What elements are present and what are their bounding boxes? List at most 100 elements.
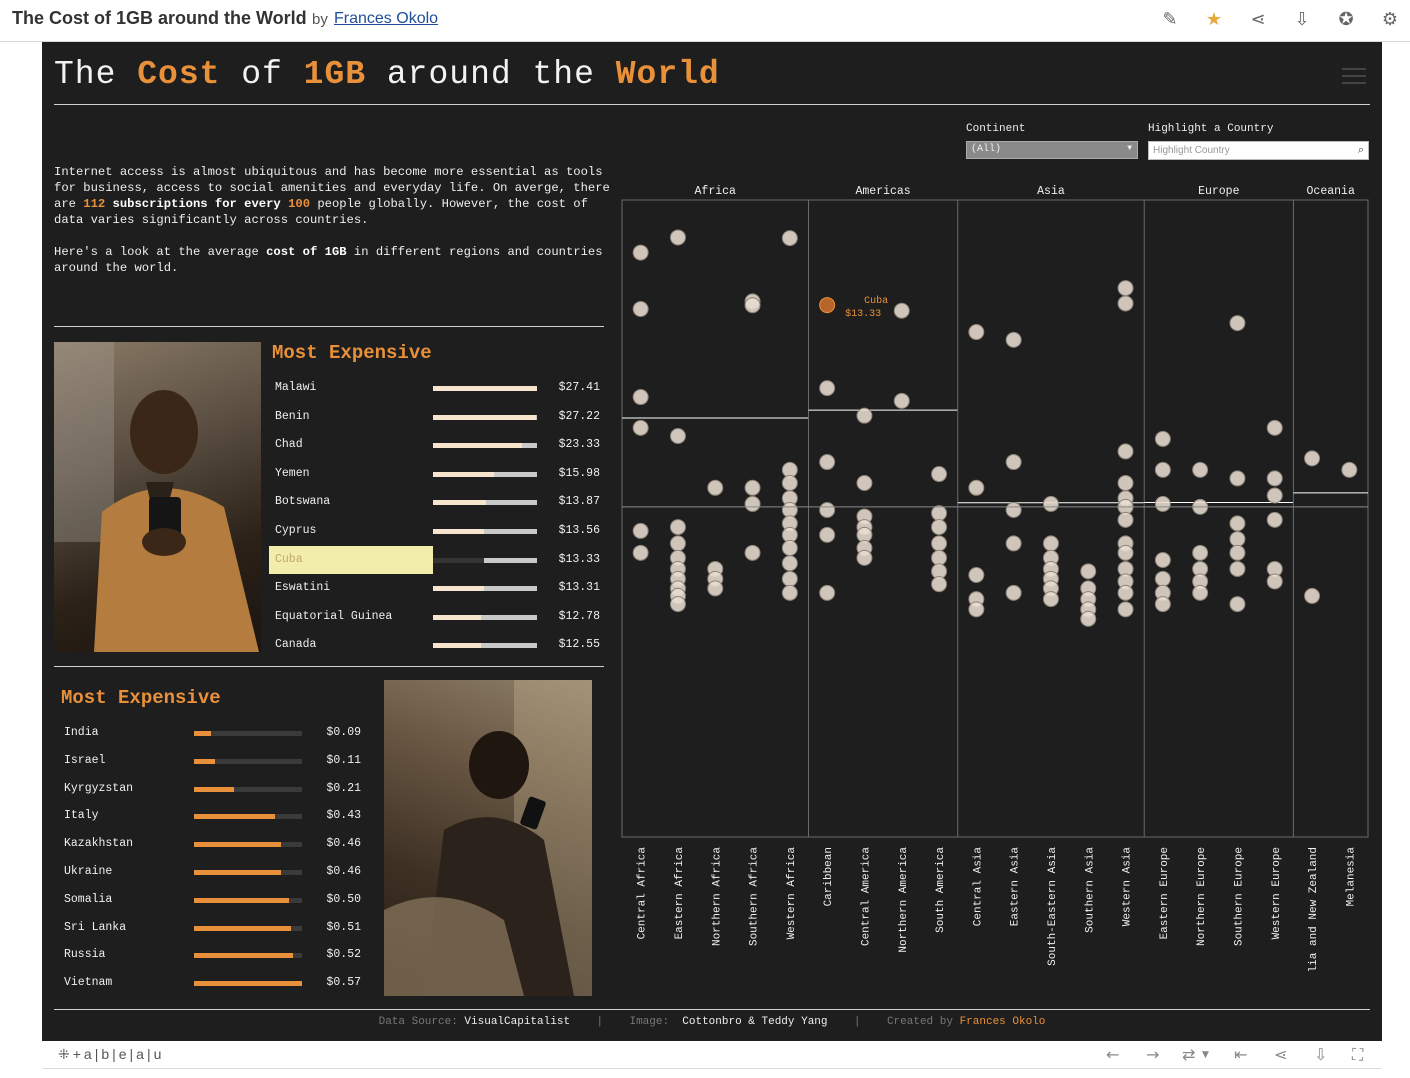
country-dot[interactable]	[1266, 470, 1283, 487]
country-dot[interactable]	[707, 580, 724, 597]
country-dot[interactable]	[856, 407, 873, 424]
bar-fill[interactable]	[194, 925, 291, 931]
country-dot[interactable]	[1117, 443, 1134, 460]
country-dot[interactable]	[1117, 511, 1134, 528]
country-dot[interactable]	[1117, 295, 1134, 312]
revert-icon[interactable]: ⇄	[1182, 1045, 1195, 1064]
country-dot[interactable]	[1005, 501, 1022, 518]
country-dot[interactable]	[669, 535, 686, 552]
country-dot[interactable]	[819, 501, 836, 518]
country-dot[interactable]	[632, 544, 649, 561]
redo-icon[interactable]: →	[1146, 1045, 1159, 1064]
revert-dropdown-icon[interactable]: ▼	[1202, 1050, 1209, 1060]
country-dot[interactable]	[669, 229, 686, 246]
country-name[interactable]: Somalia	[64, 893, 112, 906]
badge-icon[interactable]: ✪	[1334, 8, 1358, 32]
country-dot[interactable]	[1117, 474, 1134, 491]
bar-fill[interactable]	[194, 786, 234, 792]
country-dot[interactable]	[1080, 563, 1097, 580]
country-dot[interactable]	[632, 244, 649, 261]
country-dot[interactable]	[632, 301, 649, 318]
country-name[interactable]: Italy	[64, 809, 99, 822]
edit-icon[interactable]: ✎	[1158, 8, 1182, 32]
country-dot[interactable]	[781, 474, 798, 491]
share-icon-bottom[interactable]: ⋖	[1274, 1045, 1287, 1064]
country-dot[interactable]	[1117, 280, 1134, 297]
bar-fill[interactable]	[194, 814, 276, 820]
country-dot[interactable]	[1005, 454, 1022, 471]
country-dot[interactable]	[1266, 487, 1283, 504]
country-name[interactable]: Cyprus	[275, 524, 316, 537]
country-dot[interactable]	[1304, 587, 1321, 604]
country-dot[interactable]	[1154, 461, 1171, 478]
country-dot[interactable]	[931, 576, 948, 593]
country-name[interactable]: Kazakhstan	[64, 837, 133, 850]
country-dot[interactable]	[1229, 470, 1246, 487]
country-dot[interactable]	[1341, 461, 1358, 478]
country-dot[interactable]	[931, 505, 948, 522]
country-dot[interactable]	[1154, 596, 1171, 613]
bar-fill[interactable]	[194, 953, 293, 959]
share-icon[interactable]: ⋖	[1246, 8, 1270, 32]
country-dot[interactable]	[1192, 584, 1209, 601]
country-dot[interactable]	[856, 549, 873, 566]
country-dot[interactable]	[632, 522, 649, 539]
bar-fill[interactable]	[433, 443, 522, 449]
country-dot[interactable]	[1304, 450, 1321, 467]
country-name[interactable]: Sri Lanka	[64, 921, 126, 934]
country-dot[interactable]	[1005, 584, 1022, 601]
bar-fill[interactable]	[194, 870, 282, 875]
country-dot[interactable]	[819, 584, 836, 601]
country-name[interactable]: Canada	[275, 638, 316, 651]
continent-dropdown[interactable]: (All) ▼	[966, 141, 1138, 159]
country-name[interactable]: Vietnam	[64, 976, 112, 989]
country-dot[interactable]	[1192, 544, 1209, 561]
country-dot[interactable]	[856, 474, 873, 491]
download-icon[interactable]: ⇩	[1290, 8, 1314, 32]
gear-icon[interactable]: ⚙	[1378, 8, 1402, 32]
country-name[interactable]: Israel	[64, 754, 105, 767]
menu-icon[interactable]	[1342, 68, 1366, 84]
country-dot[interactable]	[669, 596, 686, 613]
country-dot[interactable]	[1042, 535, 1059, 552]
bar-fill[interactable]	[433, 500, 486, 506]
country-dot[interactable]	[781, 570, 798, 587]
country-dot[interactable]	[707, 479, 724, 496]
country-name[interactable]: Cuba	[275, 553, 303, 566]
highlighted-country-dot[interactable]	[819, 297, 836, 314]
fullscreen-icon[interactable]: ⛶	[1352, 1045, 1363, 1065]
country-dot[interactable]	[931, 519, 948, 536]
country-dot[interactable]	[1229, 315, 1246, 332]
bar-fill[interactable]	[194, 758, 215, 764]
bar-fill[interactable]	[433, 614, 482, 620]
country-dot[interactable]	[1192, 461, 1209, 478]
country-dot[interactable]	[968, 566, 985, 583]
country-dot[interactable]	[1266, 573, 1283, 590]
country-dot[interactable]	[1042, 591, 1059, 608]
country-dot[interactable]	[931, 549, 948, 566]
country-dot[interactable]	[632, 389, 649, 406]
bar-fill[interactable]	[433, 586, 484, 592]
undo-icon[interactable]: ←	[1106, 1045, 1119, 1064]
country-name[interactable]: India	[64, 726, 99, 739]
country-dot[interactable]	[1229, 544, 1246, 561]
country-dot[interactable]	[1154, 570, 1171, 587]
country-name[interactable]: Benin	[275, 410, 310, 423]
country-dot[interactable]	[744, 544, 761, 561]
country-name[interactable]: Russia	[64, 948, 105, 961]
country-dot[interactable]	[968, 479, 985, 496]
country-dot[interactable]	[1080, 610, 1097, 627]
country-dot[interactable]	[1005, 331, 1022, 348]
country-dot[interactable]	[1117, 601, 1134, 618]
country-dot[interactable]	[669, 428, 686, 445]
country-dot[interactable]	[781, 230, 798, 247]
country-dot[interactable]	[1042, 495, 1059, 512]
star-icon[interactable]: ★	[1202, 8, 1226, 32]
download-icon-bottom[interactable]: ⇩	[1314, 1045, 1327, 1064]
country-dot[interactable]	[819, 526, 836, 543]
country-dot[interactable]	[781, 501, 798, 518]
country-dot[interactable]	[632, 419, 649, 436]
bar-fill[interactable]	[433, 414, 537, 420]
author-link[interactable]: Frances Okolo	[334, 10, 438, 28]
country-dot[interactable]	[744, 495, 761, 512]
